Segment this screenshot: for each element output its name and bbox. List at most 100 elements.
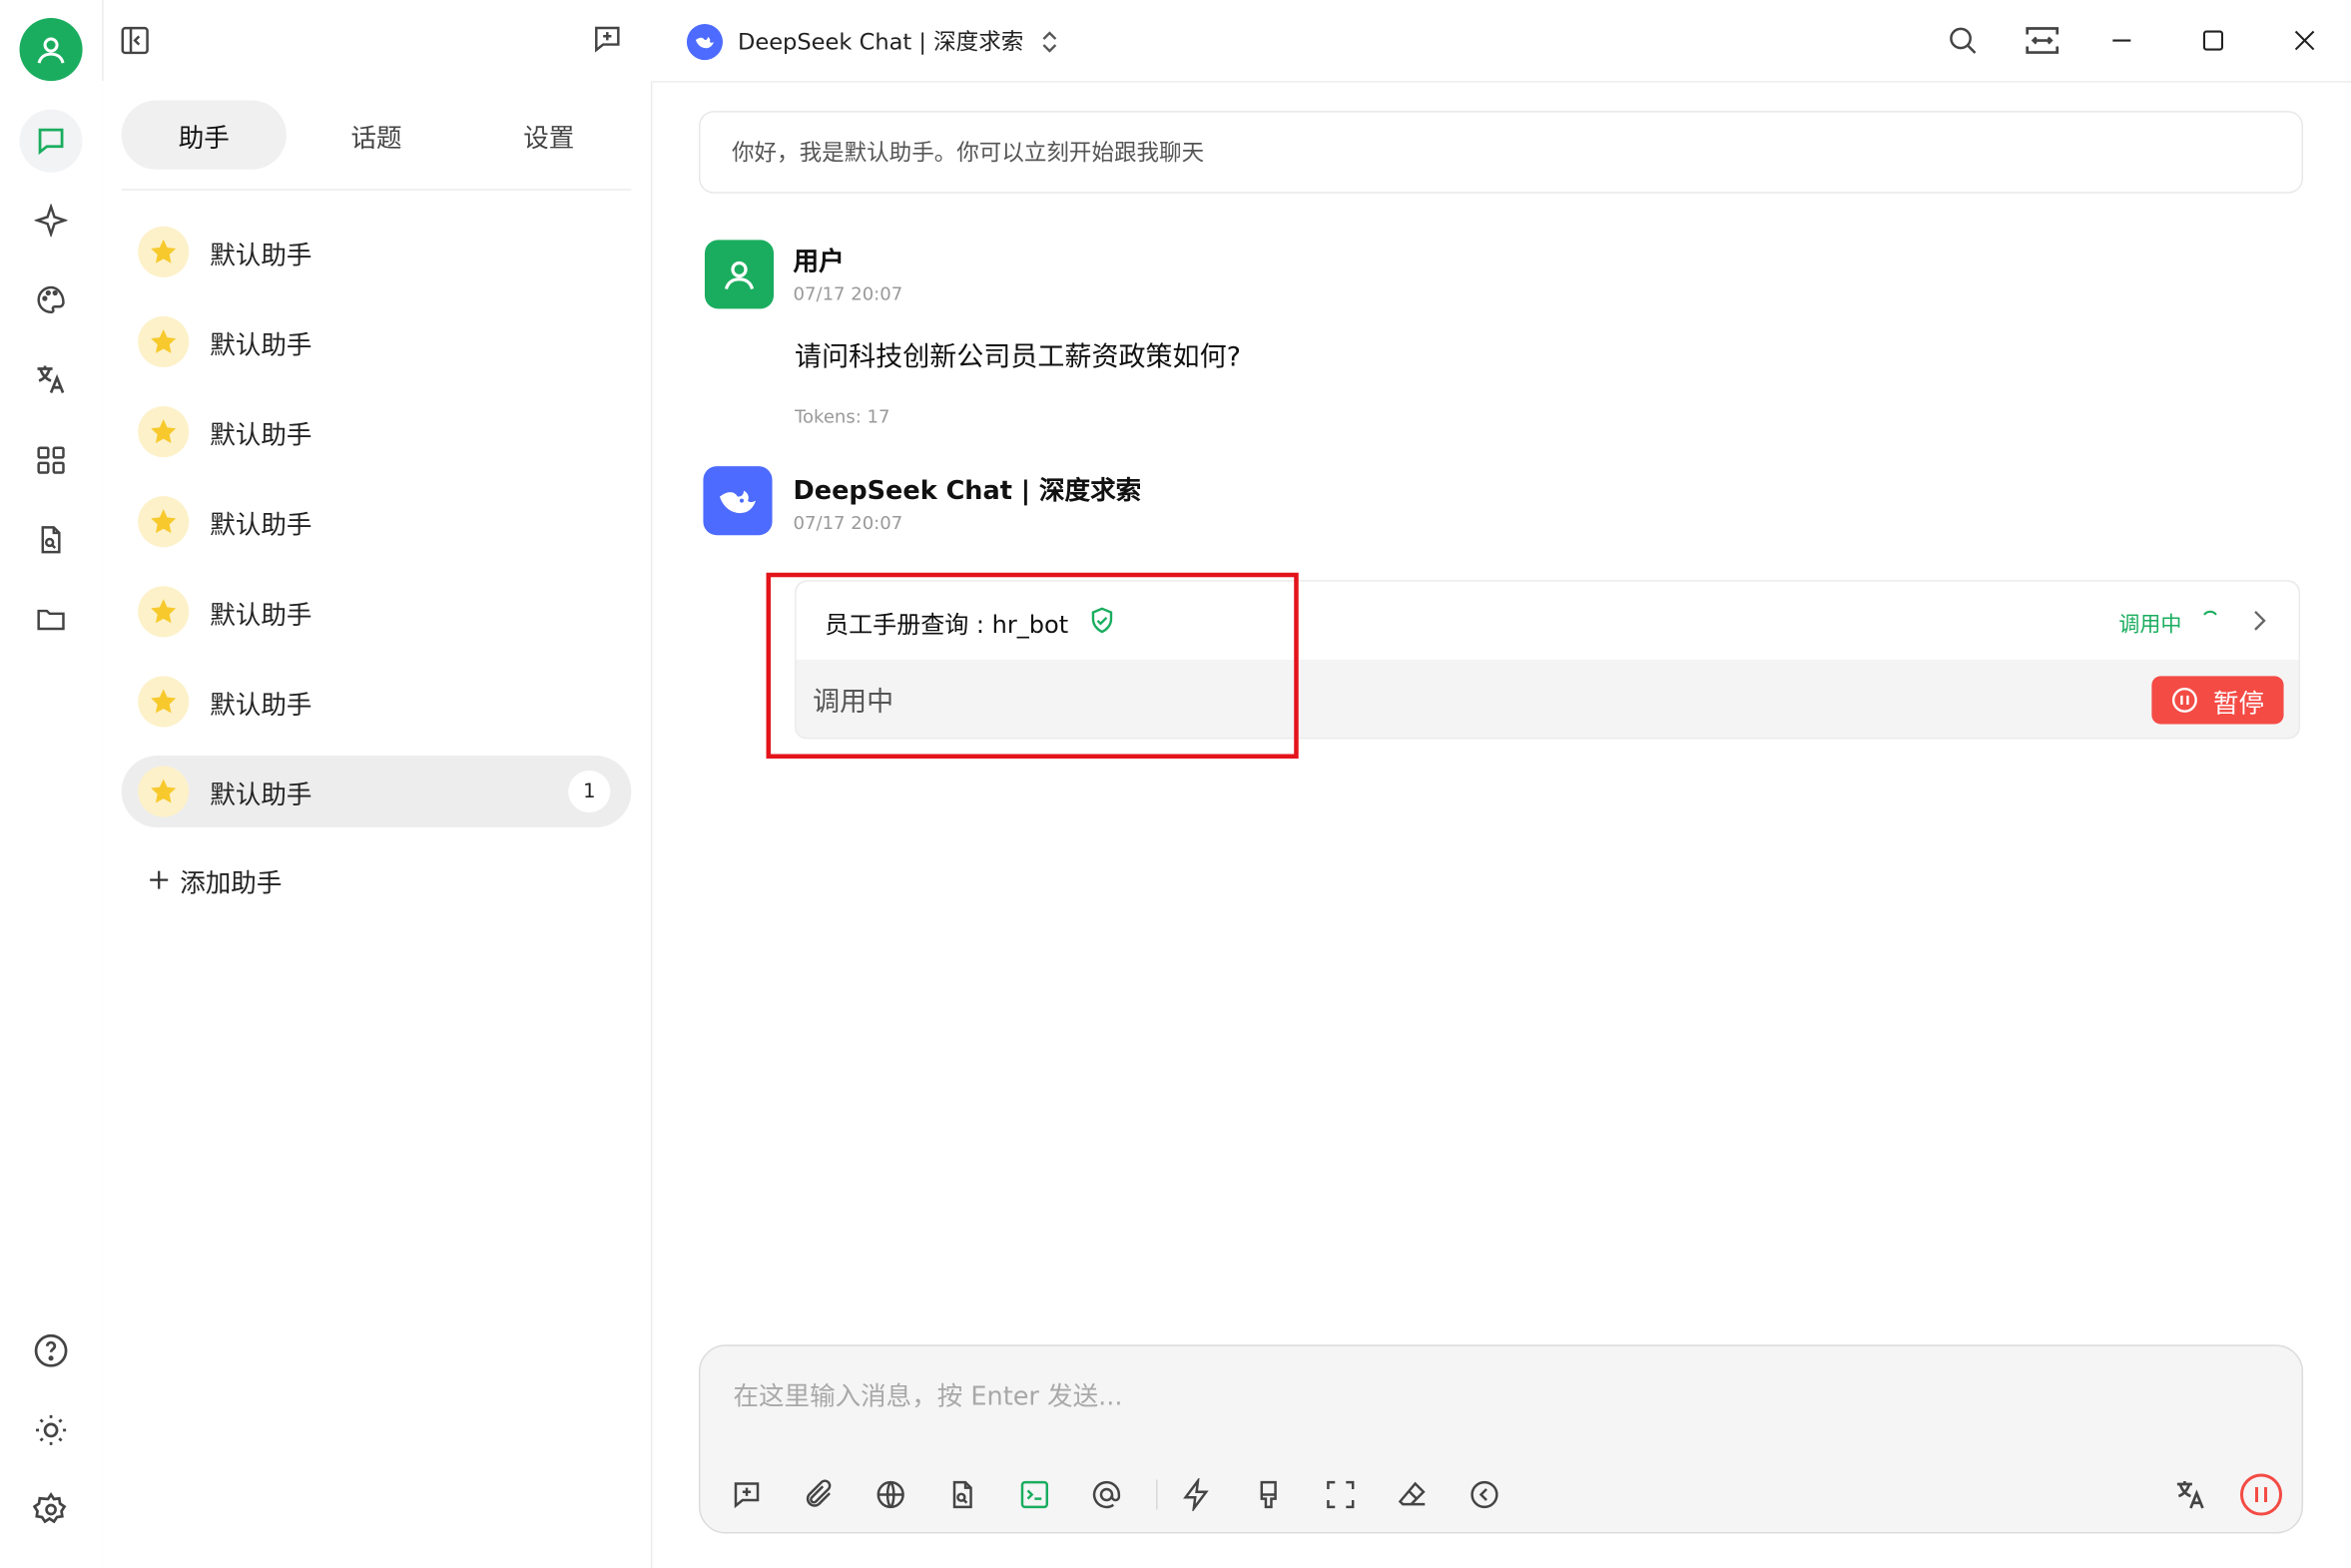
- model-selector[interactable]: DeepSeek Chat | 深度求索: [686, 21, 1059, 62]
- eraser-icon: [1396, 1478, 1429, 1511]
- rail-help-button[interactable]: [20, 1319, 83, 1382]
- pause-label: 暂停: [2212, 689, 2265, 720]
- bot-message-avatar: [703, 466, 773, 536]
- terminal-icon: [1018, 1478, 1051, 1511]
- assistant-sidebar: 助手 话题 设置 默认助手 默认助手 默认助手 默认助手 默认助手 默认助手 默…: [102, 81, 653, 1568]
- icon-rail: [0, 0, 104, 1568]
- translate-input-button[interactable]: [2169, 1473, 2211, 1515]
- assistant-name: 默认助手: [210, 420, 312, 451]
- chevron-right-icon[interactable]: [2252, 609, 2267, 633]
- expand-width-button[interactable]: [2020, 18, 2064, 63]
- assistant-name: 默认助手: [210, 690, 312, 721]
- model-title: DeepSeek Chat | 深度求索: [737, 28, 1024, 56]
- assistant-avatar: [138, 496, 190, 548]
- greeting-message: 你好，我是默认助手。你可以立刻开始跟我聊天: [698, 111, 2304, 194]
- maximize-icon: [2201, 29, 2225, 53]
- star-icon: [149, 597, 179, 627]
- assistant-item[interactable]: 默认助手: [122, 305, 632, 377]
- rail-translate-button[interactable]: [20, 347, 83, 410]
- assistant-item[interactable]: 默认助手: [122, 396, 632, 468]
- file-search-icon: [35, 523, 68, 556]
- help-icon: [33, 1332, 69, 1368]
- deepseek-logo-icon: [714, 477, 762, 525]
- user-message-time: 07/17 20:07: [793, 282, 903, 304]
- topic-count-badge: 1: [568, 771, 611, 813]
- expand-icon: [2025, 24, 2060, 57]
- clear-messages-button[interactable]: [1392, 1473, 1434, 1515]
- rail-files-button[interactable]: [20, 588, 83, 651]
- assistant-name: 默认助手: [210, 330, 312, 361]
- star-icon: [149, 326, 179, 356]
- shield-check-icon: [1090, 607, 1114, 634]
- at-sign-icon: [1090, 1478, 1123, 1511]
- user-avatar[interactable]: [19, 18, 83, 82]
- fullscreen-button[interactable]: [1320, 1473, 1362, 1515]
- assistant-avatar: [138, 315, 190, 367]
- star-icon: [149, 237, 179, 266]
- new-topic-tool-button[interactable]: [726, 1473, 768, 1515]
- star-icon: [149, 687, 179, 717]
- assistant-avatar: [138, 226, 190, 277]
- token-count: Tokens: 17: [795, 406, 890, 428]
- close-icon: [2293, 29, 2317, 53]
- add-assistant-button[interactable]: 添加助手: [147, 860, 282, 899]
- tab-assistants[interactable]: 助手: [121, 100, 287, 170]
- message-input[interactable]: [730, 1372, 2206, 1421]
- rail-chat-button[interactable]: [19, 109, 83, 173]
- translate-icon: [2172, 1476, 2208, 1512]
- assistant-item-selected[interactable]: 默认助手 1: [121, 756, 632, 828]
- tab-settings[interactable]: 设置: [466, 101, 631, 170]
- web-search-button[interactable]: [870, 1473, 911, 1515]
- close-button[interactable]: [2282, 18, 2327, 63]
- assistant-item[interactable]: 默认助手: [122, 576, 632, 648]
- knowledge-base-button[interactable]: [941, 1473, 983, 1515]
- bot-sender-name: DeepSeek Chat | 深度求索: [793, 476, 1142, 507]
- rail-knowledge-button[interactable]: [20, 508, 83, 571]
- rail-settings-button[interactable]: [20, 1478, 83, 1541]
- user-icon: [720, 255, 759, 293]
- mention-model-button[interactable]: [1085, 1473, 1127, 1515]
- rail-agents-button[interactable]: [20, 189, 83, 252]
- stop-generation-button[interactable]: [2237, 1470, 2285, 1518]
- palette-icon: [35, 283, 68, 316]
- search-icon: [1947, 24, 1980, 57]
- tool-call-header[interactable]: 员工手册查询 : hr_bot 调用中: [796, 581, 2299, 660]
- rail-paint-button[interactable]: [20, 268, 83, 331]
- message-composer: [698, 1344, 2304, 1534]
- star-icon: [149, 417, 179, 447]
- rail-apps-button[interactable]: [20, 429, 83, 492]
- search-button[interactable]: [1941, 18, 1986, 63]
- clear-context-button[interactable]: [1248, 1473, 1290, 1515]
- maximize-button[interactable]: [2190, 18, 2235, 63]
- mcp-tools-button[interactable]: [1013, 1473, 1055, 1515]
- assistant-name: 默认助手: [210, 600, 312, 631]
- attach-button[interactable]: [798, 1473, 840, 1515]
- tool-call-card: 员工手册查询 : hr_bot 调用中 调用中 暂停: [795, 580, 2301, 740]
- fullscreen-icon: [1324, 1478, 1357, 1511]
- grid-icon: [35, 444, 68, 477]
- assistant-item[interactable]: 默认助手: [122, 216, 632, 287]
- new-chat-icon: [591, 23, 624, 56]
- quick-phrases-button[interactable]: [1176, 1473, 1218, 1515]
- toggle-sidebar-button[interactable]: [114, 20, 156, 62]
- bot-message-time: 07/17 20:07: [793, 512, 903, 534]
- file-search-icon: [946, 1478, 979, 1511]
- collapse-toolbar-button[interactable]: [1464, 1473, 1505, 1515]
- user-icon: [33, 32, 69, 68]
- globe-icon: [875, 1478, 907, 1511]
- assistant-item[interactable]: 默认助手: [122, 486, 632, 558]
- pause-tool-button[interactable]: 暂停: [2151, 676, 2284, 725]
- toolbar-divider: [1156, 1479, 1158, 1510]
- minimize-button[interactable]: [2099, 18, 2144, 63]
- title-bar: DeepSeek Chat | 深度求索: [102, 0, 2351, 83]
- tab-divider: [121, 189, 632, 191]
- new-topic-button[interactable]: [586, 18, 628, 60]
- brush-icon: [1252, 1478, 1285, 1511]
- tool-call-name: 员工手册查询 : hr_bot: [825, 610, 1069, 639]
- assistant-item[interactable]: 默认助手: [122, 666, 632, 738]
- rail-theme-button[interactable]: [20, 1398, 83, 1461]
- chevron-left-circle-icon: [1468, 1478, 1500, 1511]
- loading-spinner-icon: [2201, 607, 2219, 625]
- assistant-name: 默认助手: [210, 780, 312, 810]
- tab-topics[interactable]: 话题: [294, 101, 458, 170]
